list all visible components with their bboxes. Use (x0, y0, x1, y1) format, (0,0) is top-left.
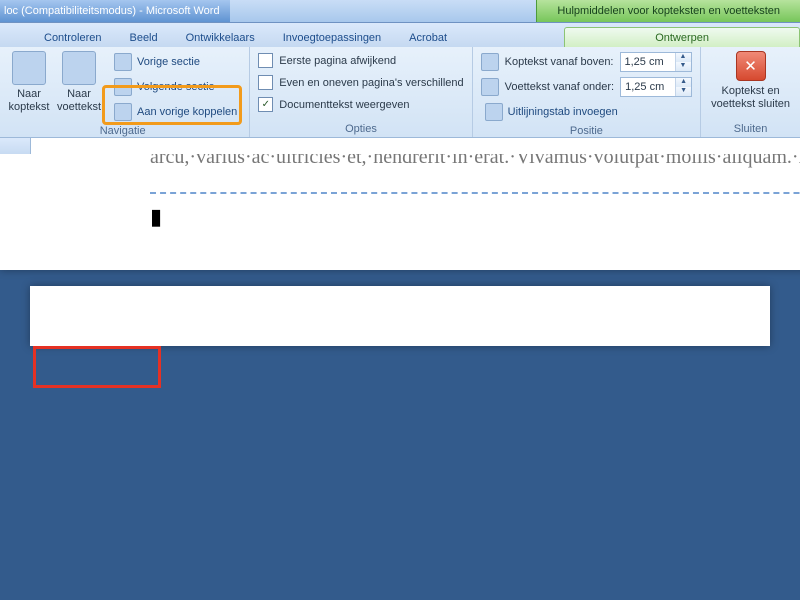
align-tab-icon (485, 103, 503, 121)
paragraph-text: arcu,·varius·ac·ultricies·et,·hendrerit·… (150, 154, 800, 168)
btn-close-header-footer[interactable]: ✕ Koptekst en voettekst sluiten (709, 51, 792, 111)
btn-volgende-sectie-label: Volgende sectie (137, 81, 215, 93)
tab-ontwikkelaars[interactable]: Ontwikkelaars (172, 28, 269, 47)
checkbox-icon (258, 75, 273, 90)
btn-vorige-sectie-label: Vorige sectie (137, 56, 200, 68)
btn-uitlijningstab[interactable]: Uitlijningstab invoegen (481, 101, 692, 123)
page-2[interactable] (30, 286, 770, 346)
group-sluiten-label: Sluiten (709, 121, 792, 135)
spin-koptekst-boven[interactable]: ▲▼ (620, 52, 692, 72)
prev-section-icon (114, 53, 132, 71)
tab-ontwerpen[interactable]: Ontwerpen (564, 27, 800, 47)
chk-documenttekst[interactable]: ✓ Documenttekst weergeven (258, 95, 463, 114)
group-sluiten: ✕ Koptekst en voettekst sluiten Sluiten (701, 47, 800, 137)
footer-separator (150, 192, 800, 194)
group-opties: Eerste pagina afwijkend Even en oneven p… (250, 47, 472, 137)
tab-acrobat[interactable]: Acrobat (395, 28, 461, 47)
spin-down-icon[interactable]: ▼ (676, 62, 691, 71)
group-opties-label: Opties (258, 121, 463, 135)
tab-invoegtoepassingen[interactable]: Invoegtoepassingen (269, 28, 395, 47)
chk-documenttekst-label: Documenttekst weergeven (279, 99, 409, 111)
btn-naar-voettekst-label: Naar voettekst (54, 88, 104, 114)
btn-vorige-sectie[interactable]: Vorige sectie (110, 51, 241, 73)
header-distance-icon (481, 53, 499, 71)
page-1[interactable]: arcu,·varius·ac·ultricies·et,·hendrerit·… (0, 154, 800, 270)
btn-naar-voettekst[interactable]: Naar voettekst (54, 51, 104, 114)
title-bar: loc (Compatibiliteitsmodus) - Microsoft … (0, 0, 800, 23)
chk-even-oneven-label: Even en oneven pagina's verschillend (279, 77, 463, 89)
spin-koptekst-boven-input[interactable] (621, 53, 675, 71)
chk-eerste-pagina-label: Eerste pagina afwijkend (279, 55, 396, 67)
footer-icon (62, 51, 96, 85)
spin-voettekst-onder[interactable]: ▲▼ (620, 77, 692, 97)
chk-even-oneven[interactable]: Even en oneven pagina's verschillend (258, 73, 463, 92)
checkbox-checked-icon: ✓ (258, 97, 273, 112)
footer-distance-icon (481, 78, 499, 96)
btn-close-header-footer-label: Koptekst en voettekst sluiten (709, 85, 792, 111)
spin-up-icon[interactable]: ▲ (676, 78, 691, 87)
link-previous-icon (114, 103, 132, 121)
btn-naar-koptekst[interactable]: Naar koptekst (4, 51, 54, 114)
app-window: loc (Compatibiliteitsmodus) - Microsoft … (0, 0, 800, 600)
spin-down-icon[interactable]: ▼ (676, 87, 691, 96)
title-context-tools: Hulpmiddelen voor kopteksten en voetteks… (536, 0, 800, 22)
btn-naar-koptekst-label: Naar koptekst (4, 88, 54, 114)
header-icon (12, 51, 46, 85)
tab-beeld[interactable]: Beeld (115, 28, 171, 47)
tab-controleren[interactable]: Controleren (30, 28, 115, 47)
body-paragraph: arcu,·varius·ac·ultricies·et,·hendrerit·… (150, 154, 800, 174)
group-navigatie-label: Navigatie (4, 123, 241, 137)
text-cursor[interactable]: ▮ (150, 204, 800, 230)
next-section-icon (114, 78, 132, 96)
group-positie: Koptekst vanaf boven: ▲▼ Voettekst vanaf… (473, 47, 701, 137)
btn-aan-vorige-koppelen[interactable]: Aan vorige koppelen (110, 101, 241, 123)
row-koptekst-boven: Koptekst vanaf boven: ▲▼ (481, 51, 692, 73)
btn-aan-vorige-koppelen-label: Aan vorige koppelen (137, 106, 237, 118)
document-area[interactable]: arcu,·varius·ac·ultricies·et,·hendrerit·… (0, 154, 800, 600)
title-context-text: Hulpmiddelen voor kopteksten en voetteks… (557, 5, 780, 17)
lbl-koptekst-boven: Koptekst vanaf boven: (505, 56, 614, 68)
title-doc: loc (Compatibiliteitsmodus) - Microsoft … (0, 0, 230, 22)
group-positie-label: Positie (481, 123, 692, 137)
ribbon: Naar koptekst Naar voettekst Vorige sect… (0, 47, 800, 138)
group-navigatie: Naar koptekst Naar voettekst Vorige sect… (0, 47, 250, 137)
ribbon-tabs: Controleren Beeld Ontwikkelaars Invoegto… (0, 23, 800, 47)
btn-volgende-sectie[interactable]: Volgende sectie (110, 76, 241, 98)
row-voettekst-onder: Voettekst vanaf onder: ▲▼ (481, 76, 692, 98)
btn-uitlijningstab-label: Uitlijningstab invoegen (508, 106, 618, 118)
close-icon: ✕ (736, 51, 766, 81)
checkbox-icon (258, 53, 273, 68)
spin-up-icon[interactable]: ▲ (676, 53, 691, 62)
lbl-voettekst-onder: Voettekst vanaf onder: (505, 81, 614, 93)
chk-eerste-pagina[interactable]: Eerste pagina afwijkend (258, 51, 463, 70)
title-text-left: loc (Compatibiliteitsmodus) - Microsoft … (4, 5, 220, 17)
spin-voettekst-onder-input[interactable] (621, 78, 675, 96)
